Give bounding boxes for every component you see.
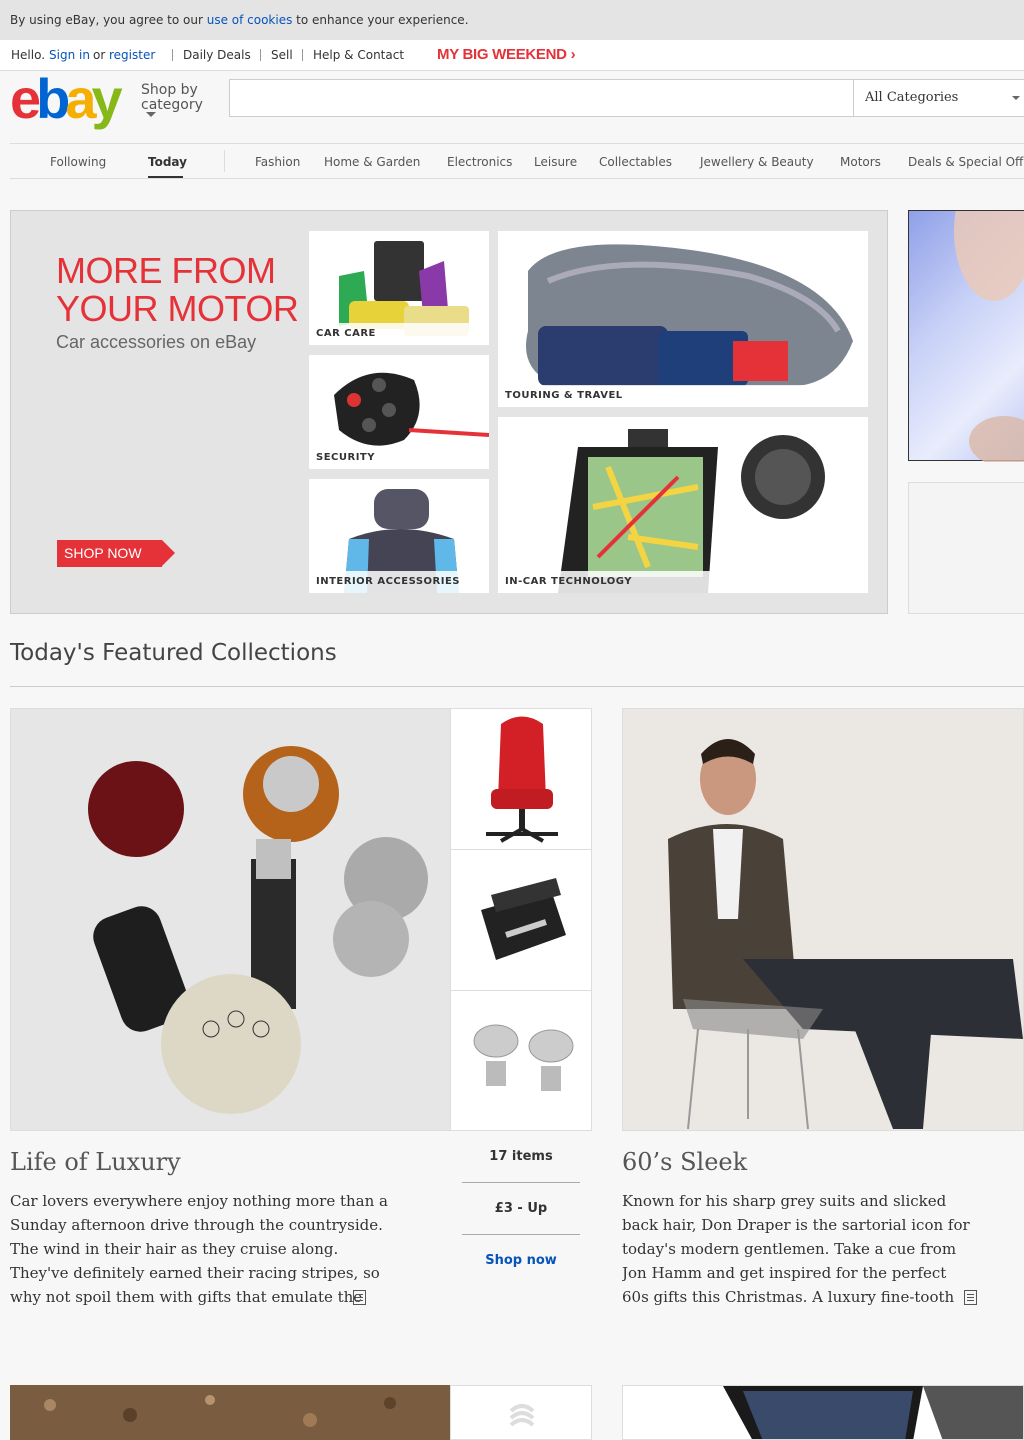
collection-description: Known for his sharp grey suits and slick… bbox=[622, 1192, 970, 1306]
register-link[interactable]: register bbox=[109, 40, 155, 70]
side-promo-placeholder bbox=[908, 482, 1024, 614]
divider bbox=[224, 150, 225, 172]
man-in-chair-image bbox=[623, 709, 1023, 1130]
gear-knob-image bbox=[11, 709, 450, 1130]
tile-interior-accessories[interactable]: INTERIOR ACCESSORIES bbox=[309, 479, 489, 593]
sign-in-link[interactable]: Sign in bbox=[49, 40, 90, 70]
tile-car-care[interactable]: CAR CARE bbox=[309, 231, 489, 345]
side-promo-banner[interactable] bbox=[908, 161, 1024, 466]
nav-home-garden[interactable]: Home & Garden bbox=[324, 155, 420, 169]
nav-fashion[interactable]: Fashion bbox=[255, 155, 300, 169]
ebay-logo[interactable]: ebay bbox=[10, 67, 128, 130]
logo-letter: e bbox=[10, 67, 41, 130]
read-more-icon[interactable] bbox=[353, 1290, 366, 1305]
collection-title[interactable]: 60’s Sleek bbox=[622, 1148, 747, 1176]
cookie-text-after: to enhance your experience. bbox=[292, 13, 469, 27]
collection-main-image[interactable] bbox=[10, 708, 451, 1131]
tile-security[interactable]: SECURITY bbox=[309, 355, 489, 469]
divider bbox=[462, 1182, 580, 1183]
tile-label: TOURING & TRAVEL bbox=[498, 385, 868, 407]
nav-jewellery-beauty[interactable]: Jewellery & Beauty bbox=[700, 155, 814, 169]
active-tab-indicator bbox=[148, 176, 183, 178]
category-select-value: All Categories bbox=[865, 90, 959, 105]
collection-price-range: £3 - Up bbox=[494, 1201, 548, 1216]
nav-today[interactable]: Today bbox=[148, 155, 187, 169]
chevron-down-icon bbox=[146, 112, 156, 117]
hero-title-line: MORE FROM bbox=[56, 250, 276, 291]
cookie-text-before: By using eBay, you agree to our bbox=[10, 13, 207, 27]
tile-label: INTERIOR ACCESSORIES bbox=[309, 571, 489, 593]
hero-title: MORE FROM YOUR MOTOR bbox=[56, 250, 299, 329]
sat-nav-image bbox=[558, 429, 825, 593]
collection-main-image[interactable] bbox=[622, 708, 1024, 1131]
cookie-banner: By using eBay, you agree to our use of c… bbox=[0, 0, 1024, 40]
hero-banner[interactable]: MORE FROM YOUR MOTOR Car accessories on … bbox=[10, 210, 888, 614]
collection-title[interactable]: Life of Luxury bbox=[10, 1148, 181, 1176]
collection-thumbnail[interactable] bbox=[450, 708, 592, 850]
tile-touring-travel[interactable]: TOURING & TRAVEL bbox=[498, 231, 868, 407]
tile-in-car-technology[interactable]: IN-CAR TECHNOLOGY bbox=[498, 417, 868, 593]
divider bbox=[172, 49, 173, 61]
hero-subtitle: Car accessories on eBay bbox=[56, 332, 257, 352]
tile-label: CAR CARE bbox=[309, 323, 489, 345]
collection-main-image[interactable] bbox=[622, 1385, 1024, 1440]
logo-letter: a bbox=[65, 67, 96, 130]
search-input[interactable] bbox=[229, 79, 854, 117]
nav-motors[interactable]: Motors bbox=[840, 155, 881, 169]
nav-electronics[interactable]: Electronics bbox=[447, 155, 512, 169]
logo-letter: b bbox=[36, 67, 70, 130]
nav-leisure[interactable]: Leisure bbox=[534, 155, 577, 169]
nav-deals[interactable]: Deals & Special Off bbox=[908, 155, 1023, 169]
divider bbox=[10, 686, 1024, 687]
collection-item-count: 17 items bbox=[489, 1149, 553, 1164]
collection-description: Car lovers everywhere enjoy nothing more… bbox=[10, 1192, 388, 1306]
read-more-icon[interactable] bbox=[964, 1290, 977, 1305]
wood-chips-image bbox=[10, 1385, 451, 1440]
logo-letter: y bbox=[91, 67, 123, 130]
roof-box-image bbox=[526, 244, 853, 386]
collection-thumbnail[interactable] bbox=[450, 1385, 592, 1440]
chevron-down-icon bbox=[1012, 96, 1020, 100]
category-navigation: Following Today Fashion Home & Garden El… bbox=[10, 143, 1024, 179]
nav-collectables[interactable]: Collectables bbox=[599, 155, 672, 169]
racing-chair-image bbox=[486, 716, 558, 843]
cookie-policy-link[interactable]: use of cookies bbox=[207, 13, 293, 27]
top-navigation: Hello. Sign in or register Daily Deals S… bbox=[0, 40, 1024, 71]
shop-by-label: Shop by bbox=[141, 82, 198, 98]
hero-title-line: YOUR MOTOR bbox=[56, 288, 299, 329]
category-select[interactable]: All Categories bbox=[854, 79, 1024, 117]
category-label: category bbox=[141, 97, 203, 113]
spanner-box-image bbox=[481, 878, 566, 960]
or-text: or bbox=[93, 48, 106, 62]
shop-by-category-button[interactable]: Shop by category bbox=[141, 83, 203, 113]
divider bbox=[302, 49, 303, 61]
tile-label: IN-CAR TECHNOLOGY bbox=[498, 571, 868, 593]
hand-image bbox=[954, 161, 1024, 466]
phone-image bbox=[723, 1386, 1023, 1439]
sell-link[interactable]: Sell bbox=[271, 40, 293, 70]
help-contact-link[interactable]: Help & Contact bbox=[313, 40, 404, 70]
nav-following[interactable]: Following bbox=[50, 155, 106, 169]
divider bbox=[462, 1234, 580, 1235]
collection-thumbnail[interactable] bbox=[450, 849, 592, 991]
tile-label: SECURITY bbox=[309, 447, 489, 469]
greeting: Hello. bbox=[11, 48, 46, 62]
cufflinks-image bbox=[473, 1024, 574, 1091]
shop-now-button[interactable]: SHOP NOW bbox=[57, 540, 175, 567]
header: ebay Shop by category All Categories bbox=[0, 71, 1024, 143]
collection-thumbnail[interactable] bbox=[450, 990, 592, 1131]
divider bbox=[260, 49, 261, 61]
bulb-image bbox=[509, 1404, 535, 1427]
featured-collections-heading: Today's Featured Collections bbox=[10, 640, 337, 666]
shop-now-link[interactable]: Shop now bbox=[462, 1253, 580, 1268]
my-big-weekend-promo[interactable]: MY BIG WEEKEND › bbox=[437, 40, 576, 70]
collection-main-image[interactable] bbox=[10, 1385, 451, 1440]
daily-deals-link[interactable]: Daily Deals bbox=[183, 40, 251, 70]
